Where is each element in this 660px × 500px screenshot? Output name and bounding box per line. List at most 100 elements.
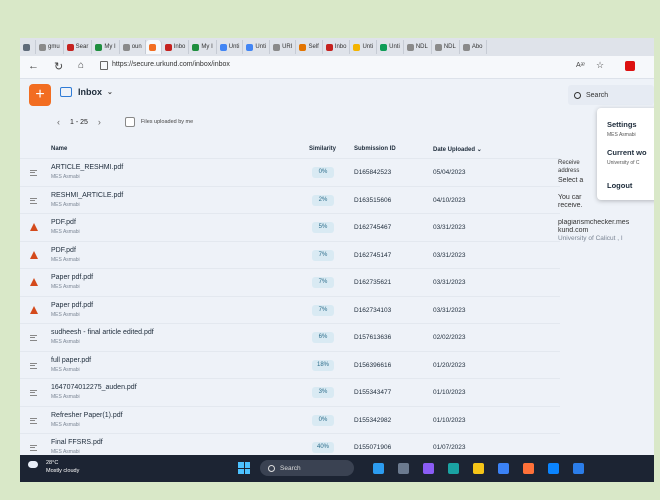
browser-tab[interactable]: My I (92, 40, 120, 54)
uploaded-by-me-checkbox[interactable] (124, 117, 135, 127)
browser-tab[interactable]: Inbo (323, 40, 351, 54)
browser-tab[interactable] (20, 40, 36, 54)
pagination: ‹ 1 - 25 › Files uploaded by me (57, 117, 193, 127)
url-text[interactable]: https://secure.urkund.com/inbox/inbox (112, 61, 230, 68)
pdf-extension-icon[interactable] (625, 61, 635, 71)
table-row[interactable]: 1647074012275_auden.pdf MES Asmabi 3% D1553… (20, 378, 560, 406)
browser-tab[interactable]: Unti (217, 40, 244, 54)
browser-tab[interactable]: Unti (243, 40, 271, 54)
taskbar-app-icon[interactable] (523, 463, 534, 474)
menu-logout[interactable]: Logout (607, 181, 632, 190)
table-row[interactable]: Refresher Paper(1).pdf MES Asmabi 0% D15534… (20, 405, 560, 434)
taskbar-app-icon[interactable] (373, 463, 384, 474)
similarity-badge[interactable]: 0% (312, 414, 334, 426)
table-row[interactable]: Paper pdf.pdf MES Asmabi 7% D162734103 03/31… (20, 295, 560, 324)
home-icon[interactable]: ⌂ (78, 60, 84, 71)
tab-favicon-icon (23, 43, 30, 51)
menu-current-workspace[interactable]: Current wo (607, 148, 647, 157)
similarity-badge[interactable]: 3% (312, 387, 334, 398)
tab-favicon-icon (353, 43, 361, 51)
file-name[interactable]: RESHMI_ARTICLE.pdf (51, 192, 123, 199)
col-submission-id[interactable]: Submission ID (354, 146, 396, 152)
taskbar-app-icon[interactable] (398, 463, 409, 474)
file-name[interactable]: PDF.pdf (51, 247, 76, 254)
table-row[interactable]: ARTICLE_RESHMI.pdf MES Asmabi 0% D165842523… (20, 158, 560, 186)
table-row[interactable]: RESHMI_ARTICLE.pdf MES Asmabi 2% D163515606… (20, 185, 560, 214)
windows-start-icon[interactable] (238, 462, 250, 474)
table-row[interactable]: Paper pdf.pdf MES Asmabi 7% D162735621 03/31… (20, 268, 560, 296)
similarity-badge[interactable]: 5% (312, 222, 334, 233)
browser-tab[interactable]: Unti (350, 40, 378, 54)
similarity-badge[interactable]: 18% (312, 359, 334, 371)
col-similarity[interactable]: Similarity (309, 146, 336, 152)
weather-widget[interactable]: 28°C Mostly cloudy (46, 459, 79, 475)
table-row[interactable]: sudheesh - final article edited.pdf MES A… (20, 323, 560, 351)
date-uploaded: 03/31/2023 (433, 279, 466, 286)
browser-tab[interactable]: gmu (36, 40, 64, 54)
back-icon[interactable]: ← (28, 60, 39, 72)
prev-page-icon[interactable]: ‹ (57, 117, 60, 127)
chevron-down-icon: ⌄ (107, 89, 113, 96)
file-name[interactable]: Paper pdf.pdf (51, 302, 93, 309)
taskbar-app-icon[interactable] (448, 463, 459, 474)
weather-temp: 28°C (46, 460, 59, 466)
taskbar-app-icon[interactable] (423, 463, 434, 474)
tab-favicon-icon (325, 43, 333, 51)
tab-favicon-icon (380, 43, 388, 51)
file-owner: MES Asmabi (51, 256, 80, 263)
side-org: University of Calicut , I (558, 235, 623, 242)
similarity-badge[interactable]: 0% (312, 167, 334, 178)
taskbar-app-icon[interactable] (548, 463, 559, 474)
browser-tab[interactable] (145, 40, 162, 54)
tab-favicon-icon (39, 43, 46, 51)
browser-tab[interactable]: Inbo (162, 40, 190, 54)
browser-tab[interactable]: Unti (377, 40, 404, 54)
next-page-icon[interactable]: › (98, 117, 101, 127)
taskbar-app-icon[interactable] (498, 463, 509, 474)
read-aloud-icon[interactable]: Aᵆ (576, 62, 585, 69)
submission-id: D157613636 (354, 334, 392, 341)
pdf-file-icon (30, 250, 38, 259)
menu-settings[interactable]: Settings (607, 120, 637, 129)
search-input[interactable]: Search (568, 85, 654, 105)
file-name[interactable]: Final FFSRS.pdf (51, 439, 103, 446)
file-name[interactable]: Refresher Paper(1).pdf (51, 412, 123, 419)
file-name[interactable]: PDF.pdf (51, 219, 76, 226)
table-row[interactable]: PDF.pdf MES Asmabi 7% D162745147 03/31/2023 (20, 240, 560, 269)
file-name[interactable]: ARTICLE_RESHMI.pdf (51, 164, 123, 171)
table-row[interactable]: full paper.pdf MES Asmabi 18% D156396616 01/… (20, 350, 560, 379)
browser-tab[interactable]: NDL (404, 40, 432, 54)
browser-tab[interactable]: My I (189, 40, 217, 54)
file-name[interactable]: sudheesh - final article edited.pdf (51, 329, 154, 336)
file-name[interactable]: Paper pdf.pdf (51, 274, 93, 281)
pdf-file-icon (30, 223, 38, 231)
browser-tab[interactable]: NDL (432, 40, 460, 54)
taskbar-app-icon[interactable] (573, 463, 584, 474)
refresh-icon[interactable]: ↻ (54, 60, 63, 73)
sort-chevron-icon: ⌄ (476, 147, 482, 153)
file-name[interactable]: 1647074012275_auden.pdf (51, 384, 137, 391)
similarity-badge[interactable]: 7% (312, 249, 334, 261)
tab-label: Inbo (173, 44, 186, 50)
tab-label: Unti (362, 44, 374, 50)
taskbar-search[interactable]: Search (260, 460, 354, 476)
table-row[interactable]: PDF.pdf MES Asmabi 5% D162745467 03/31/2023 (20, 213, 560, 241)
favorite-icon[interactable]: ☆ (596, 60, 604, 71)
col-date-uploaded[interactable]: Date Uploaded ⌄ (433, 146, 482, 153)
similarity-badge[interactable]: 6% (312, 332, 334, 343)
browser-tab[interactable]: Sear (64, 40, 93, 54)
similarity-badge[interactable]: 2% (312, 194, 334, 206)
browser-tab[interactable]: Abo (460, 40, 487, 54)
browser-tab[interactable]: oun (120, 40, 146, 54)
similarity-badge[interactable]: 7% (312, 304, 334, 316)
similarity-badge[interactable]: 40% (312, 442, 334, 453)
browser-tab[interactable]: Self (296, 40, 323, 54)
file-name[interactable]: full paper.pdf (51, 357, 91, 364)
tab-label: Unti (389, 44, 400, 50)
similarity-badge[interactable]: 7% (312, 277, 334, 288)
browser-tab[interactable]: URI (270, 40, 297, 54)
col-name[interactable]: Name (51, 146, 67, 152)
add-submission-button[interactable]: + (29, 84, 51, 106)
taskbar-app-icon[interactable] (473, 463, 484, 474)
inbox-selector[interactable]: Inbox ⌄ (60, 87, 113, 97)
